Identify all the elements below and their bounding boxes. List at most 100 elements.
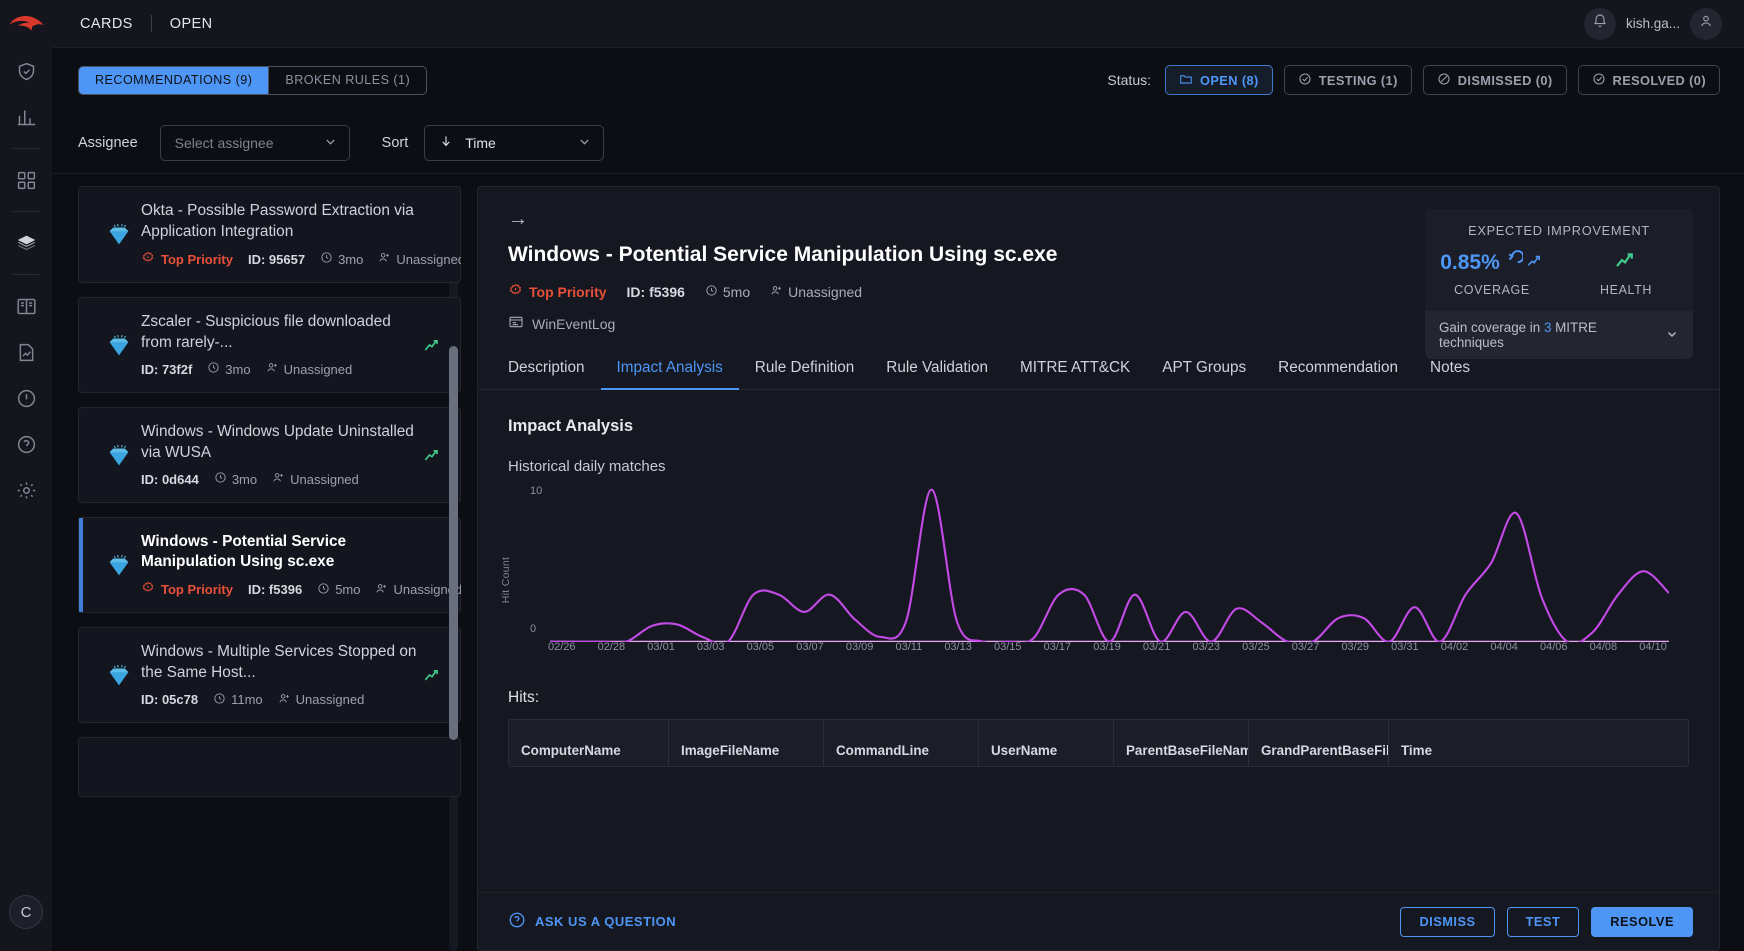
tab-recommendations[interactable]: RECOMMENDATIONS (9) (79, 67, 268, 94)
gain-coverage-count: 3 (1544, 320, 1551, 335)
detail-assignee[interactable]: Unassigned (770, 284, 862, 300)
tab-rule-validation[interactable]: Rule Validation (870, 359, 1004, 389)
tab-impact-analysis[interactable]: Impact Analysis (601, 359, 739, 389)
list-item-id: ID: 05c78 (141, 692, 198, 707)
filter-row: Assignee Select assignee Sort Time (52, 112, 1744, 174)
expected-improvement-title: EXPECTED IMPROVEMENT (1425, 209, 1693, 246)
chart-x-tick: 03/31 (1391, 641, 1419, 663)
chart-x-tick: 03/09 (846, 641, 874, 663)
sort-select[interactable]: Time (424, 125, 604, 161)
gain-coverage-dropdown[interactable]: Gain coverage in 3 MITRE techniques (1425, 311, 1693, 359)
tab-broken-rules[interactable]: BROKEN RULES (1) (269, 67, 426, 94)
user-icon (1698, 13, 1714, 34)
list-scrollbar-thumb[interactable] (449, 346, 458, 740)
priority-badge: Top Priority (508, 283, 607, 301)
list-item-meta: ID: 0d644 3mo Unassigned (141, 471, 418, 487)
gem-icon (97, 660, 141, 690)
coverage-metric: 0.85% COVERAGE (1425, 246, 1559, 297)
list-item-title: Windows - Windows Update Uninstalled via… (141, 422, 418, 464)
list-item[interactable]: Windows - Multiple Services Stopped on t… (78, 627, 461, 723)
help-icon (508, 911, 526, 932)
health-metric: HEALTH (1559, 246, 1693, 297)
priority-icon (141, 251, 155, 268)
notifications-button[interactable] (1584, 8, 1616, 40)
brand-logo[interactable] (0, 0, 52, 48)
breadcrumb-open[interactable]: OPEN (168, 16, 215, 32)
rail-divider (13, 274, 39, 275)
list-item-meta: Top Priority ID: 95657 3mo (141, 251, 418, 268)
add-user-icon (272, 471, 285, 487)
detail-id: ID: f5396 (627, 284, 685, 300)
hits-table-column-header[interactable]: GrandParentBaseFileName (1249, 720, 1389, 766)
sidebar-item-layers[interactable] (0, 220, 52, 266)
list-item-age-label: 3mo (225, 362, 250, 377)
expected-improvement-card: EXPECTED IMPROVEMENT 0.85% (1425, 209, 1693, 359)
hits-label: Hits: (508, 689, 1689, 707)
coverage-trend-up-icon (1525, 251, 1544, 276)
tab-rule-definition[interactable]: Rule Definition (739, 359, 870, 389)
main-row: Okta - Possible Password Extraction via … (52, 174, 1744, 951)
list-item-assignee: Unassigned (266, 361, 353, 377)
sidebar-item-reports[interactable] (0, 329, 52, 375)
avatar[interactable]: C (9, 895, 43, 929)
hits-table-column-header[interactable]: Time (1389, 720, 1688, 766)
status-pill-open[interactable]: OPEN (8) (1165, 65, 1273, 95)
trend-up-icon (418, 445, 446, 465)
ask-us-a-question-button[interactable]: ASK US A QUESTION (508, 911, 676, 932)
sort-select-inner: Time (439, 134, 496, 151)
tab-notes[interactable]: Notes (1414, 359, 1486, 389)
topbar-actions: kish.ga... (1584, 8, 1722, 40)
user-menu-button[interactable] (1690, 8, 1722, 40)
rail-divider (13, 211, 39, 212)
add-user-icon (278, 692, 291, 708)
chart-x-tick: 02/26 (548, 641, 576, 663)
user-name[interactable]: kish.ga... (1626, 16, 1680, 31)
tab-recommendation[interactable]: Recommendation (1262, 359, 1414, 389)
test-button[interactable]: TEST (1507, 907, 1580, 937)
sidebar-item-shield[interactable] (0, 48, 52, 94)
tab-apt-groups[interactable]: APT Groups (1146, 359, 1262, 389)
breadcrumb-cards[interactable]: CARDS (78, 16, 135, 32)
add-user-icon (770, 284, 783, 300)
hits-table-column-header[interactable]: ImageFileName (669, 720, 824, 766)
sidebar-item-help[interactable] (0, 421, 52, 467)
dismiss-button[interactable]: DISMISS (1400, 907, 1494, 937)
sidebar-item-library[interactable] (0, 283, 52, 329)
hits-table-column-header[interactable]: ParentBaseFileName (1114, 720, 1249, 766)
chart-x-tick: 03/11 (895, 641, 922, 663)
chart-x-tick: 04/04 (1490, 641, 1518, 663)
gem-icon (97, 440, 141, 470)
footer-actions: DISMISS TEST RESOLVE (1400, 907, 1693, 937)
slash-circle-icon (1437, 72, 1451, 89)
tab-description[interactable]: Description (508, 359, 601, 389)
book-icon (16, 296, 37, 317)
hits-table-column-header[interactable]: UserName (979, 720, 1114, 766)
list-item[interactable]: Zscaler - Suspicious file downloaded fro… (78, 297, 461, 393)
list-item-assignee: Unassigned (272, 471, 359, 487)
hits-table-header-row: ComputerNameImageFileNameCommandLineUser… (509, 720, 1688, 766)
list-item[interactable]: Windows - Windows Update Uninstalled via… (78, 407, 461, 503)
tab-mitre-attack[interactable]: MITRE ATT&CK (1004, 359, 1146, 389)
assignee-select[interactable]: Select assignee (160, 125, 350, 161)
list-item-age-label: 3mo (338, 252, 363, 267)
gem-icon (97, 330, 141, 360)
sidebar-item-analytics[interactable] (0, 94, 52, 140)
report-icon (16, 342, 37, 363)
list-item-selected[interactable]: Windows - Potential Service Manipulation… (78, 517, 461, 614)
sidebar-item-settings[interactable] (0, 467, 52, 513)
chart-x-tick: 03/03 (697, 641, 725, 663)
recommendation-list[interactable]: Okta - Possible Password Extraction via … (78, 174, 461, 951)
hits-table-column-header[interactable]: CommandLine (824, 720, 979, 766)
resolve-button[interactable]: RESOLVE (1591, 907, 1693, 937)
sidebar-item-alerts[interactable] (0, 375, 52, 421)
list-item-age: 3mo (207, 361, 250, 377)
clock-icon (207, 361, 220, 377)
hits-table-column-header[interactable]: ComputerName (509, 720, 669, 766)
detail-body[interactable]: Impact Analysis Historical daily matches… (478, 390, 1719, 892)
list-item[interactable]: Okta - Possible Password Extraction via … (78, 186, 461, 283)
list-item[interactable] (78, 737, 461, 797)
status-pill-testing[interactable]: TESTING (1) (1284, 65, 1412, 95)
sidebar-item-dashboard[interactable] (0, 157, 52, 203)
status-pill-resolved[interactable]: RESOLVED (0) (1578, 65, 1720, 95)
status-pill-dismissed[interactable]: DISMISSED (0) (1423, 65, 1567, 95)
